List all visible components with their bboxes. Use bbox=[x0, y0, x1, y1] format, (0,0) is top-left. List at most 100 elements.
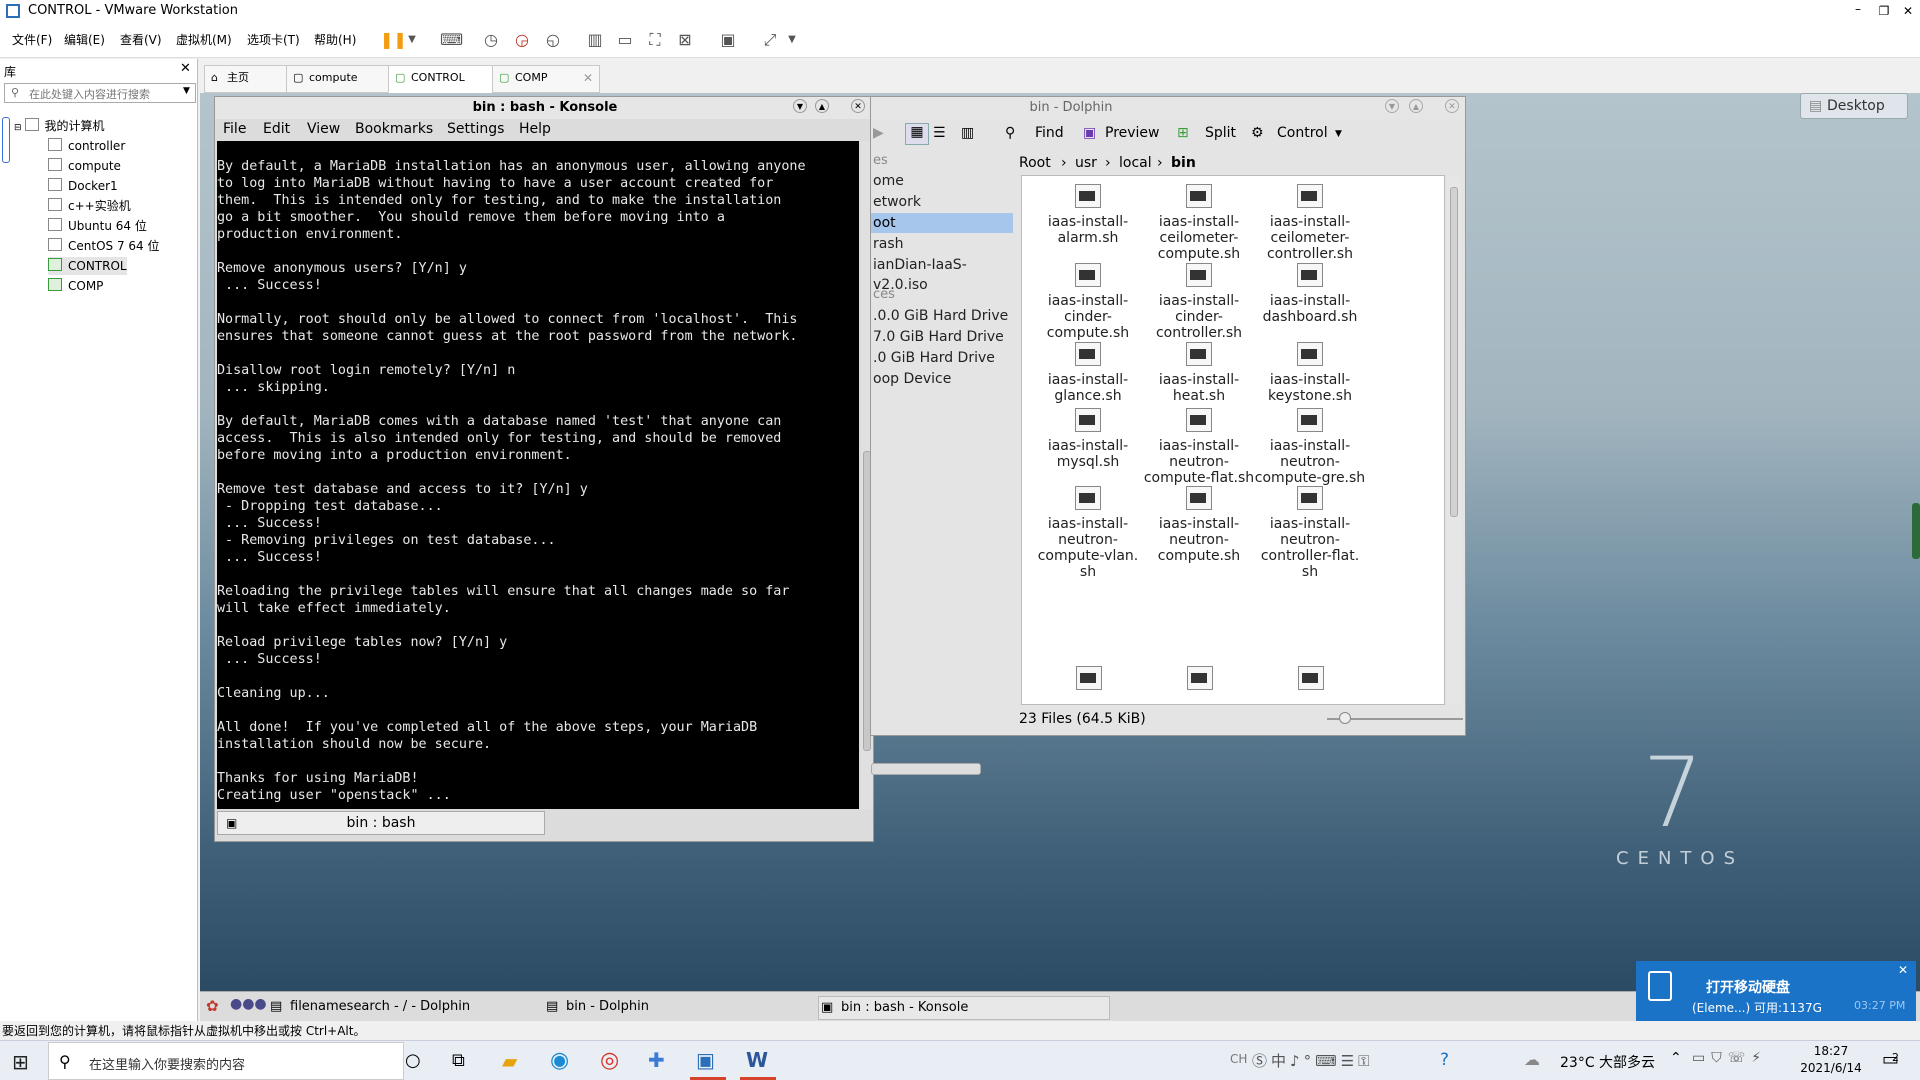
place-trash[interactable]: rash bbox=[873, 234, 904, 254]
unity-icon[interactable]: ⊠ bbox=[675, 30, 695, 50]
menu-tabs[interactable]: 选项卡(T) bbox=[247, 31, 300, 48]
menu-help[interactable]: Help bbox=[519, 121, 551, 137]
device-loop[interactable]: oop Device bbox=[873, 369, 951, 389]
place-root-selected[interactable]: oot bbox=[871, 213, 1013, 233]
word-icon[interactable]: W bbox=[746, 1048, 768, 1072]
console-icon[interactable]: ▣ bbox=[718, 30, 738, 50]
search-dropdown-icon[interactable]: ▼ bbox=[183, 86, 190, 96]
find-button[interactable]: Find bbox=[1035, 125, 1064, 141]
tree-item-docker1[interactable]: Docker1 bbox=[48, 177, 118, 195]
file-item[interactable]: iaas-install-cinder-compute.sh bbox=[1024, 263, 1152, 341]
task-filenamesearch[interactable]: ▤ filenamesearch - / - Dolphin bbox=[268, 996, 550, 1018]
places-scrollbar[interactable] bbox=[871, 763, 981, 775]
right-edge-handle[interactable] bbox=[1912, 503, 1920, 559]
stretch-icon[interactable]: ⤢ bbox=[760, 30, 780, 50]
menu-help[interactable]: 帮助(H) bbox=[314, 31, 356, 48]
dolphin-titlebar[interactable]: bin - Dolphin ▼ ▲ ✕ bbox=[871, 97, 1465, 119]
fullscreen-icon[interactable]: ⛶ bbox=[645, 30, 665, 50]
file-explorer-icon[interactable]: ▰ bbox=[502, 1049, 517, 1073]
file-item[interactable]: iaas-install-cinder-controller.sh bbox=[1135, 263, 1263, 341]
details-view-icon[interactable]: ☰ bbox=[933, 125, 946, 141]
tree-item-compute[interactable]: compute bbox=[48, 157, 121, 175]
tray-arrow-icon[interactable]: ⌃ bbox=[1670, 1050, 1682, 1066]
tree-item-centos[interactable]: CentOS 7 64 位 bbox=[48, 237, 159, 255]
place-network[interactable]: etwork bbox=[873, 192, 921, 212]
restore-button[interactable]: ❐ bbox=[1872, 0, 1896, 22]
control-button[interactable]: Control bbox=[1277, 125, 1328, 141]
tree-item-controller[interactable]: controller bbox=[48, 137, 125, 155]
crumb-root[interactable]: Root bbox=[1019, 155, 1051, 171]
control-dropdown-icon[interactable]: ▼ bbox=[1335, 129, 1342, 139]
file-item[interactable]: iaas-install-keystone.sh bbox=[1246, 342, 1374, 404]
activities-icon[interactable]: ●●● bbox=[230, 996, 267, 1012]
shell-script-icon[interactable] bbox=[1298, 666, 1324, 690]
menu-edit[interactable]: 编辑(E) bbox=[64, 31, 105, 48]
pause-icon[interactable]: ❚❚ bbox=[380, 30, 407, 50]
zoom-slider[interactable] bbox=[1327, 712, 1463, 724]
menu-file[interactable]: File bbox=[223, 121, 246, 137]
zoom-slider-handle[interactable] bbox=[1339, 712, 1351, 724]
file-item[interactable]: iaas-install-neutron-controller-flat. sh bbox=[1246, 486, 1374, 580]
notification-close-icon[interactable]: ✕ bbox=[1898, 963, 1908, 977]
library-close-icon[interactable]: ✕ bbox=[180, 61, 191, 76]
crumb-bin[interactable]: bin bbox=[1171, 155, 1196, 171]
clock-time[interactable]: 18:27 bbox=[1800, 1044, 1862, 1058]
system-tray-icons[interactable]: ▭⛉☏⚡ bbox=[1692, 1050, 1767, 1066]
file-item[interactable]: iaas-install-ceilometer-controller.sh bbox=[1246, 184, 1374, 262]
device-hd-1[interactable]: .0.0 GiB Hard Drive bbox=[873, 306, 1008, 326]
place-home[interactable]: ome bbox=[873, 171, 904, 191]
file-item[interactable]: iaas-install-neutron-compute-gre.sh bbox=[1246, 408, 1374, 486]
minimize-button[interactable]: – bbox=[1846, 0, 1870, 22]
tree-root[interactable]: ⊟ 我的计算机 bbox=[14, 117, 105, 135]
icons-view-icon[interactable]: ▦ bbox=[905, 123, 929, 145]
task-view-icon[interactable]: ⧉ bbox=[452, 1050, 465, 1071]
file-item[interactable]: iaas-install-neutron-compute-flat.sh bbox=[1135, 408, 1263, 486]
tree-item-comp[interactable]: COMP bbox=[48, 277, 103, 295]
weather-text[interactable]: 23°C 大部多云 bbox=[1560, 1052, 1655, 1072]
vmware-taskbar-icon[interactable]: ▣ bbox=[696, 1048, 715, 1072]
columns-view-icon[interactable]: ▥ bbox=[961, 125, 974, 141]
edge-icon[interactable]: ◉ bbox=[550, 1048, 569, 1073]
tree-item-cpp[interactable]: c++实验机 bbox=[48, 197, 131, 215]
menu-vm[interactable]: 虚拟机(M) bbox=[176, 31, 232, 48]
minimize-icon[interactable]: ▼ bbox=[1385, 99, 1399, 113]
menu-view[interactable]: 查看(V) bbox=[120, 31, 162, 48]
windows-start-icon[interactable]: ⊞ bbox=[12, 1050, 29, 1074]
kde-menu-icon[interactable]: ✿ bbox=[206, 997, 219, 1015]
tray-icons[interactable]: Ⓢ中♪°⌨☰⚿ bbox=[1252, 1050, 1374, 1071]
app-icon[interactable]: ✚ bbox=[648, 1048, 665, 1072]
menu-edit[interactable]: Edit bbox=[263, 121, 290, 137]
close-icon[interactable]: ✕ bbox=[851, 99, 865, 113]
thumbnail-view-icon[interactable]: ▭ bbox=[615, 30, 635, 50]
menu-file[interactable]: 文件(F) bbox=[12, 31, 52, 48]
file-item[interactable]: iaas-install-dashboard.sh bbox=[1246, 263, 1374, 325]
scrollbar-thumb[interactable] bbox=[1450, 187, 1458, 517]
shell-script-icon[interactable] bbox=[1187, 666, 1213, 690]
library-search-input[interactable] bbox=[27, 85, 181, 103]
shell-script-icon[interactable] bbox=[1076, 666, 1102, 690]
stretch-dropdown-icon[interactable]: ▼ bbox=[782, 30, 802, 50]
file-item[interactable]: iaas-install-ceilometer-compute.sh bbox=[1135, 184, 1263, 262]
konsole-titlebar[interactable]: bin : bash - Konsole ▼ ▲ ✕ bbox=[215, 97, 873, 119]
file-item[interactable]: iaas-install-alarm.sh bbox=[1024, 184, 1152, 246]
task-konsole[interactable]: ▣ bin : bash - Konsole bbox=[818, 996, 1110, 1020]
library-search[interactable]: ⚲ ▼ bbox=[4, 83, 196, 103]
tree-item-ubuntu[interactable]: Ubuntu 64 位 bbox=[48, 217, 147, 235]
close-icon[interactable]: ✕ bbox=[583, 66, 593, 90]
device-hd-2[interactable]: 7.0 GiB Hard Drive bbox=[873, 327, 1004, 347]
file-view-scrollbar[interactable] bbox=[1447, 177, 1461, 705]
tab-comp[interactable]: ▢ COMP ✕ bbox=[492, 65, 600, 93]
file-item[interactable]: iaas-install-mysql.sh bbox=[1024, 408, 1152, 470]
send-keys-icon[interactable]: ⌨ bbox=[440, 30, 463, 50]
maximize-icon[interactable]: ▲ bbox=[1409, 99, 1423, 113]
help-icon[interactable]: ? bbox=[1440, 1050, 1449, 1070]
menu-settings[interactable]: Settings bbox=[447, 121, 504, 137]
close-icon[interactable]: ✕ bbox=[1445, 99, 1459, 113]
device-hd-3[interactable]: .0 GiB Hard Drive bbox=[873, 348, 995, 368]
menu-bookmarks[interactable]: Bookmarks bbox=[355, 121, 433, 137]
tree-item-control[interactable]: CONTROL bbox=[48, 257, 127, 275]
minimize-icon[interactable]: ▼ bbox=[793, 99, 807, 113]
file-item[interactable]: iaas-install-heat.sh bbox=[1135, 342, 1263, 404]
cortana-icon[interactable]: ○ bbox=[405, 1050, 421, 1071]
clock-date[interactable]: 2021/6/14 bbox=[1796, 1061, 1866, 1075]
